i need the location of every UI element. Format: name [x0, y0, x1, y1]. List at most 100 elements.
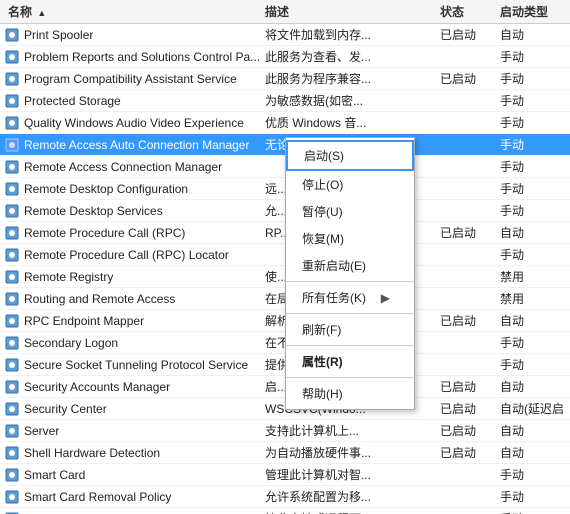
- sort-arrow-icon: ▲: [37, 8, 46, 18]
- service-icon: [4, 269, 20, 285]
- cell-start: 手动: [500, 246, 570, 263]
- table-row[interactable]: Quality Windows Audio Video Experience 优…: [0, 112, 570, 134]
- service-icon: [4, 27, 20, 43]
- context-menu-item[interactable]: 帮助(H): [286, 380, 414, 407]
- cell-start: 自动: [500, 378, 570, 395]
- cell-status: 已启动: [440, 400, 500, 417]
- cell-name: Remote Procedure Call (RPC) Locator: [0, 247, 265, 263]
- cell-start: 手动: [500, 180, 570, 197]
- menu-separator: [286, 281, 414, 282]
- table-row[interactable]: Smart Card 管理此计算机对智... 手动: [0, 464, 570, 486]
- service-name: Remote Registry: [24, 270, 113, 284]
- menu-item-label: 刷新(F): [302, 321, 341, 338]
- cell-name: Routing and Remote Access: [0, 291, 265, 307]
- service-name: Remote Desktop Configuration: [24, 182, 188, 196]
- service-name: Protected Storage: [24, 94, 121, 108]
- table-row[interactable]: Protected Storage 为敏感数据(如密... 手动: [0, 90, 570, 112]
- service-icon: [4, 159, 20, 175]
- cell-name: Security Center: [0, 401, 265, 417]
- header-name[interactable]: 名称 ▲: [0, 3, 265, 20]
- service-name: Smart Card: [24, 468, 85, 482]
- service-name: Secondary Logon: [24, 336, 118, 350]
- service-icon: [4, 181, 20, 197]
- cell-status: 已启动: [440, 378, 500, 395]
- menu-item-label: 恢复(M): [302, 230, 344, 247]
- cell-status: 已启动: [440, 312, 500, 329]
- cell-start: 禁用: [500, 290, 570, 307]
- context-menu-item[interactable]: 重新启动(E): [286, 252, 414, 279]
- cell-desc: 支持此计算机上...: [265, 422, 440, 439]
- context-menu-item[interactable]: 刷新(F): [286, 316, 414, 343]
- cell-start: 禁用: [500, 268, 570, 285]
- service-icon: [4, 379, 20, 395]
- context-menu-item[interactable]: 恢复(M): [286, 225, 414, 252]
- service-name: Remote Access Auto Connection Manager: [24, 138, 249, 152]
- cell-name: Remote Access Auto Connection Manager: [0, 137, 265, 153]
- header-status[interactable]: 状态: [440, 3, 500, 20]
- table-row[interactable]: Print Spooler 将文件加载到内存... 已启动 自动: [0, 24, 570, 46]
- header-desc[interactable]: 描述: [265, 3, 440, 20]
- menu-item-label: 属性(R): [302, 353, 343, 370]
- table-row[interactable]: Program Compatibility Assistant Service …: [0, 68, 570, 90]
- table-row[interactable]: SNMP Trap 接收本地或远程面... 手动: [0, 508, 570, 514]
- table-row[interactable]: Server 支持此计算机上... 已启动 自动: [0, 420, 570, 442]
- cell-name: Remote Procedure Call (RPC): [0, 225, 265, 241]
- cell-desc: 管理此计算机对智...: [265, 466, 440, 483]
- cell-start: 手动: [500, 136, 570, 153]
- cell-status: 已启动: [440, 444, 500, 461]
- context-menu-item[interactable]: 暂停(U): [286, 198, 414, 225]
- service-name: Smart Card Removal Policy: [24, 490, 171, 504]
- service-icon: [4, 93, 20, 109]
- cell-name: Server: [0, 423, 265, 439]
- service-icon: [4, 291, 20, 307]
- menu-item-label: 帮助(H): [302, 385, 343, 402]
- table-row[interactable]: Smart Card Removal Policy 允许系统配置为移... 手动: [0, 486, 570, 508]
- cell-start: 手动: [500, 466, 570, 483]
- cell-name: Shell Hardware Detection: [0, 445, 265, 461]
- service-icon: [4, 335, 20, 351]
- service-name: Security Center: [24, 402, 107, 416]
- cell-desc: 接收本地或远程面...: [265, 510, 440, 514]
- cell-start: 手动: [500, 92, 570, 109]
- cell-name: SNMP Trap: [0, 511, 265, 514]
- cell-start: 手动: [500, 202, 570, 219]
- table-row[interactable]: Shell Hardware Detection 为自动播放硬件事... 已启动…: [0, 442, 570, 464]
- cell-desc: 此服务为查看、发...: [265, 48, 440, 65]
- table-header: 名称 ▲ 描述 状态 启动类型: [0, 0, 570, 24]
- service-name: Remote Access Connection Manager: [24, 160, 222, 174]
- menu-separator: [286, 313, 414, 314]
- cell-name: Problem Reports and Solutions Control Pa…: [0, 49, 265, 65]
- cell-status: 已启动: [440, 224, 500, 241]
- cell-name: Quality Windows Audio Video Experience: [0, 115, 265, 131]
- header-start[interactable]: 启动类型: [500, 3, 570, 20]
- cell-start: 手动: [500, 48, 570, 65]
- service-name: Remote Procedure Call (RPC) Locator: [24, 248, 229, 262]
- cell-start: 手动: [500, 488, 570, 505]
- cell-desc: 允许系统配置为移...: [265, 488, 440, 505]
- service-name: Print Spooler: [24, 28, 93, 42]
- context-menu-item[interactable]: 所有任务(K)▶: [286, 284, 414, 311]
- cell-name: Secure Socket Tunneling Protocol Service: [0, 357, 265, 373]
- cell-start: 手动: [500, 510, 570, 514]
- service-icon: [4, 467, 20, 483]
- service-icon: [4, 313, 20, 329]
- service-icon: [4, 489, 20, 505]
- cell-name: RPC Endpoint Mapper: [0, 313, 265, 329]
- table-row[interactable]: Problem Reports and Solutions Control Pa…: [0, 46, 570, 68]
- service-icon: [4, 225, 20, 241]
- cell-status: 已启动: [440, 70, 500, 87]
- service-icon: [4, 423, 20, 439]
- context-menu-item[interactable]: 启动(S): [286, 140, 414, 171]
- cell-desc: 此服务为程序兼容...: [265, 70, 440, 87]
- context-menu-item[interactable]: 停止(O): [286, 171, 414, 198]
- cell-name: Print Spooler: [0, 27, 265, 43]
- cell-start: 手动: [500, 114, 570, 131]
- service-name: Routing and Remote Access: [24, 292, 175, 306]
- context-menu-item[interactable]: 属性(R): [286, 348, 414, 375]
- cell-name: Security Accounts Manager: [0, 379, 265, 395]
- service-icon: [4, 511, 20, 514]
- service-icon: [4, 401, 20, 417]
- menu-item-label: 启动(S): [304, 147, 344, 164]
- cell-name: Remote Registry: [0, 269, 265, 285]
- service-icon: [4, 203, 20, 219]
